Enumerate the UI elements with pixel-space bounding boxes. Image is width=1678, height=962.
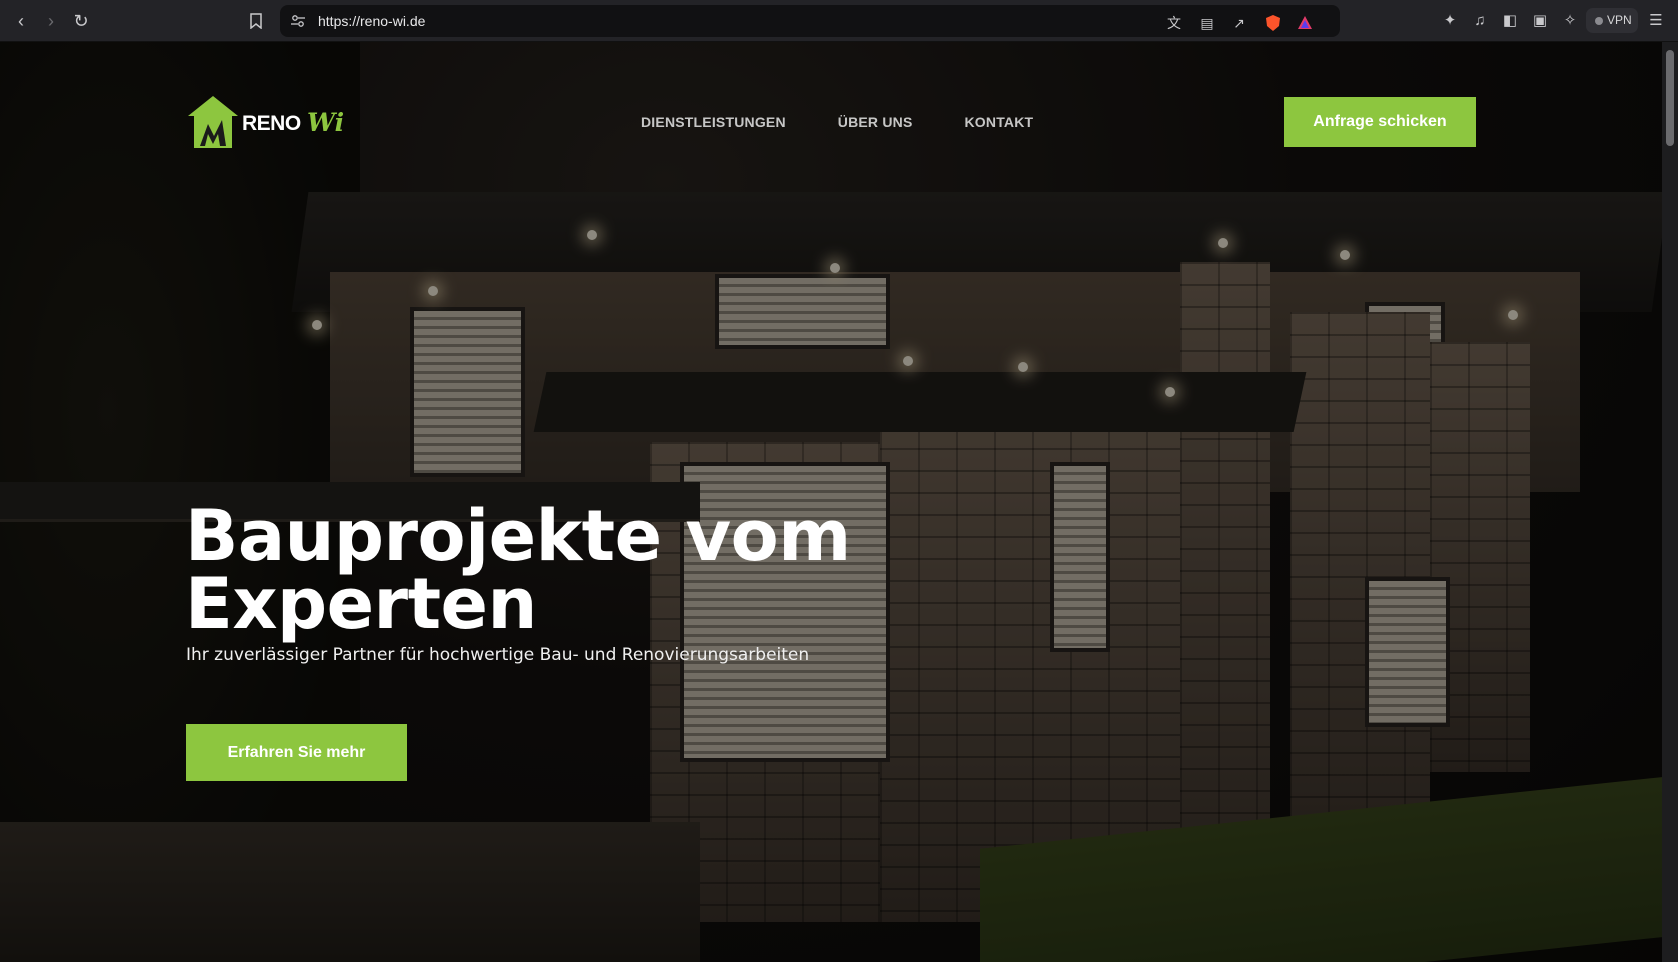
brave-rewards-icon[interactable]	[1296, 14, 1314, 32]
site-settings-icon[interactable]	[290, 13, 306, 29]
bookmark-icon[interactable]	[245, 10, 267, 32]
extensions-icon[interactable]: ✦	[1440, 11, 1460, 31]
wallet-icon[interactable]: ▣	[1530, 11, 1550, 31]
request-button[interactable]: Anfrage schicken	[1284, 97, 1476, 147]
hero-title-line-2: Experten	[185, 563, 537, 645]
brave-shield-icon[interactable]	[1264, 14, 1282, 32]
logo-wordmark: RENO	[242, 112, 301, 135]
logo-accent: Wi	[307, 108, 345, 137]
leo-ai-icon[interactable]: ✧	[1560, 11, 1580, 31]
share-icon[interactable]: ↗	[1230, 14, 1248, 32]
address-bar[interactable]: https://reno-wi.de 文 ▤ ↗	[280, 5, 1340, 37]
url-text[interactable]: https://reno-wi.de	[318, 13, 425, 29]
translate-icon[interactable]: 文	[1165, 14, 1183, 32]
back-icon[interactable]: ‹	[10, 10, 32, 32]
page-scrollbar[interactable]	[1662, 42, 1678, 962]
page-viewport: RENO Wi DIENSTLEISTUNGEN ÜBER UNS KONTAK…	[0, 42, 1662, 962]
house-logo-icon	[188, 96, 238, 148]
music-icon[interactable]: ♫	[1470, 11, 1490, 31]
sidebar-icon[interactable]: ◧	[1500, 11, 1520, 31]
reload-icon[interactable]: ↻	[70, 10, 92, 32]
nav-link-ueber-uns[interactable]: ÜBER UNS	[838, 114, 913, 130]
nav-link-kontakt[interactable]: KONTAKT	[964, 114, 1033, 130]
vpn-button[interactable]: VPN	[1586, 8, 1638, 33]
scrollbar-thumb[interactable]	[1666, 50, 1674, 146]
hero-title: Bauprojekte vom Experten	[185, 501, 945, 639]
main-navigation: DIENSTLEISTUNGEN ÜBER UNS KONTAKT	[641, 114, 1033, 130]
site-logo[interactable]: RENO Wi	[186, 94, 346, 150]
reader-mode-icon[interactable]: ▤	[1198, 14, 1216, 32]
forward-icon[interactable]: ›	[40, 10, 62, 32]
learn-more-button[interactable]: Erfahren Sie mehr	[186, 724, 407, 781]
hero-subtitle: Ihr zuverlässiger Partner für hochwertig…	[186, 645, 810, 665]
nav-link-dienstleistungen[interactable]: DIENSTLEISTUNGEN	[641, 114, 786, 130]
menu-icon[interactable]: ☰	[1646, 11, 1666, 31]
browser-toolbar: ‹ › ↻ https://reno-wi.de 文 ▤ ↗ ✦ ♫ ◧ ▣ ✧…	[0, 0, 1678, 42]
